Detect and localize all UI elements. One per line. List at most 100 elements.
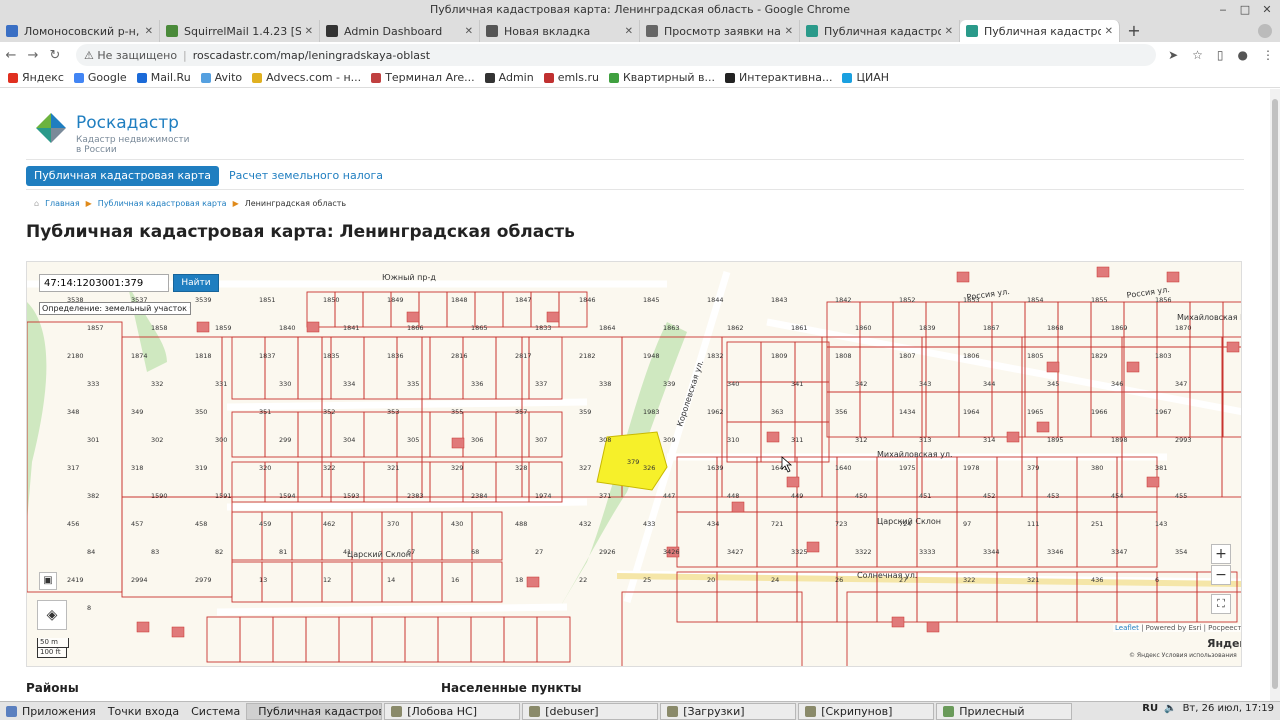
parcel-number-label: 1975: [899, 464, 916, 472]
find-button[interactable]: Найти: [173, 274, 219, 292]
cadastral-map[interactable]: 379 3538 3537 3539 1851 1850 1849 1848 1847 1846 1…: [26, 261, 1242, 667]
minimize-icon[interactable]: ‒: [1216, 3, 1230, 17]
favicon-icon: [486, 25, 498, 37]
leaflet-link[interactable]: Leaflet: [1115, 624, 1139, 632]
bookmark-item[interactable]: Яндекс: [8, 71, 64, 84]
definition-select[interactable]: Определение: земельный участок ▾: [39, 302, 191, 315]
tab-close-icon[interactable]: ✕: [785, 26, 793, 37]
bookmark-icon: [371, 72, 382, 83]
parcel-number-label: 81: [279, 548, 287, 556]
site-logo[interactable]: Роскадастр Кадастр недвижимости в России: [36, 113, 190, 155]
bookmark-item[interactable]: Admin: [484, 71, 534, 84]
bookmark-item[interactable]: ЦИАН: [842, 71, 889, 84]
bookmark-item[interactable]: Avito: [200, 71, 242, 84]
back-icon[interactable]: ←: [0, 48, 22, 63]
building: [1166, 271, 1180, 283]
tab-close-icon[interactable]: ✕: [945, 26, 953, 37]
clock[interactable]: Вт, 26 июл, 17:19: [1183, 703, 1274, 714]
taskbar-window[interactable]: [Лобова НС]: [384, 702, 521, 720]
taskbar-window[interactable]: Публичная кадастрова...: [246, 702, 383, 720]
volume-icon[interactable]: 🔈: [1164, 703, 1176, 714]
tab-close-icon[interactable]: ✕: [145, 26, 153, 37]
parcel-number-label: 2993: [1175, 436, 1192, 444]
taskbar-window[interactable]: [Скрипунов]: [798, 702, 935, 720]
bookmark-item[interactable]: Google: [73, 71, 127, 84]
bookmark-item[interactable]: Mail.Ru: [136, 71, 191, 84]
parcel-number-label: 305: [407, 436, 419, 444]
parcel-number-label: 455: [1175, 492, 1187, 500]
taskbar-window[interactable]: Прилесный: [936, 702, 1073, 720]
street-label: Королевская ул.: [675, 359, 705, 428]
url-text[interactable]: roscadastr.com/map/leningradskaya-oblast: [193, 49, 430, 62]
tab-close-icon[interactable]: ✕: [305, 26, 313, 37]
breadcrumb-home[interactable]: Главная: [45, 199, 80, 208]
bookmark-star-icon[interactable]: ☆: [1192, 48, 1203, 62]
insecure-indicator[interactable]: ⚠ Не защищено: [84, 49, 177, 62]
bookmark-item[interactable]: emls.ru: [543, 71, 599, 84]
parcel-number-label: 1948: [643, 352, 660, 360]
browser-tab[interactable]: SquirrelMail 1.4.23 [SVN]✕: [160, 20, 320, 42]
tab-close-icon[interactable]: ✕: [1105, 26, 1113, 37]
zoom-out-button[interactable]: −: [1211, 565, 1231, 585]
parcel-number-label: 456: [67, 520, 79, 528]
browser-tab[interactable]: Просмотр заявки на ПЛА✕: [640, 20, 800, 42]
bookmark-item[interactable]: Терминал Are...: [371, 71, 475, 84]
yandex-terms-link[interactable]: © Яндекс Условия использования: [1129, 652, 1237, 659]
scrollbar-thumb[interactable]: [1272, 99, 1278, 689]
folder-icon: [667, 705, 679, 717]
parcel-outline: [1189, 346, 1224, 393]
tab-search-icon[interactable]: [1258, 24, 1272, 38]
parcel-number-label: 1840: [279, 324, 296, 332]
apps-menu[interactable]: Приложения: [0, 703, 102, 720]
taskbar-window[interactable]: [debuser]: [522, 702, 659, 720]
tab-close-icon[interactable]: ✕: [465, 26, 473, 37]
language-indicator[interactable]: RU: [1142, 703, 1158, 714]
nav-tab-cadastral-map[interactable]: Публичная кадастровая карта: [26, 166, 220, 186]
parcel-number-label: 355: [451, 408, 463, 416]
system-menu[interactable]: Система: [185, 703, 246, 720]
bookmark-item[interactable]: Advecs.com - н...: [252, 71, 361, 84]
profile-icon[interactable]: ●: [1238, 48, 1248, 62]
taskbar-window[interactable]: [Загрузки]: [660, 702, 797, 720]
browser-tab-active[interactable]: Публичная кадастровая✕: [960, 20, 1120, 42]
parcel-number-label: 334: [343, 380, 355, 388]
close-icon[interactable]: ✕: [1260, 3, 1274, 17]
browser-tab[interactable]: Admin Dashboard ✕: [320, 20, 480, 42]
parcel-number-label: 82: [215, 548, 223, 556]
selection-tool-icon[interactable]: ▣: [39, 572, 57, 590]
browser-tab[interactable]: Ломоносовский р-н, Цар✕: [0, 20, 160, 42]
sidebar-icon[interactable]: ▯: [1217, 48, 1224, 62]
places-menu[interactable]: Точки входа: [102, 703, 185, 720]
bookmark-item[interactable]: Интерактивна...: [725, 71, 832, 84]
parcel-number-label: 1860: [855, 324, 872, 332]
layers-icon[interactable]: ◈: [37, 600, 67, 630]
cadastral-number-input[interactable]: [39, 274, 169, 292]
window-title-bar: Публичная кадастровая карта: Ленинградск…: [0, 0, 1280, 20]
home-icon[interactable]: ⌂: [34, 199, 39, 208]
share-icon[interactable]: ➤: [1168, 48, 1178, 62]
road: [226, 398, 588, 411]
tab-close-icon[interactable]: ✕: [625, 26, 633, 37]
browser-tab[interactable]: Публичная кадастровая✕: [800, 20, 960, 42]
parcel-outline: [1123, 301, 1158, 348]
new-tab-icon[interactable]: +: [1120, 20, 1148, 42]
bookmark-item[interactable]: Квартирный в...: [608, 71, 715, 84]
breadcrumb-map[interactable]: Публичная кадастровая карта: [98, 199, 227, 208]
browser-tab[interactable]: Новая вкладка ✕: [480, 20, 640, 42]
reload-icon[interactable]: ↻: [44, 48, 66, 63]
menu-icon[interactable]: ⋮: [1262, 48, 1274, 62]
map-canvas[interactable]: 3793538 3537 3539 1851 1850 1849 1848 1847 1846 1…: [27, 262, 1242, 667]
parcel-number-label: 3333: [919, 548, 936, 556]
maximize-icon[interactable]: □: [1238, 3, 1252, 17]
parcel-number-label: 452: [983, 492, 995, 500]
parcel-number-label: 339: [663, 380, 675, 388]
bookmark-icon: [725, 72, 736, 83]
bookmark-icon: [252, 72, 263, 83]
fullscreen-icon[interactable]: ⛶: [1211, 594, 1231, 614]
zoom-in-button[interactable]: +: [1211, 544, 1231, 564]
page-scrollbar[interactable]: [1270, 89, 1280, 701]
nav-tab-land-tax[interactable]: Расчет земельного налога: [221, 166, 391, 186]
forward-icon[interactable]: →: [22, 48, 44, 63]
address-bar[interactable]: ⚠ Не защищено | roscadastr.com/map/lenin…: [76, 44, 1156, 66]
section-heading-districts: Районы: [26, 681, 79, 695]
